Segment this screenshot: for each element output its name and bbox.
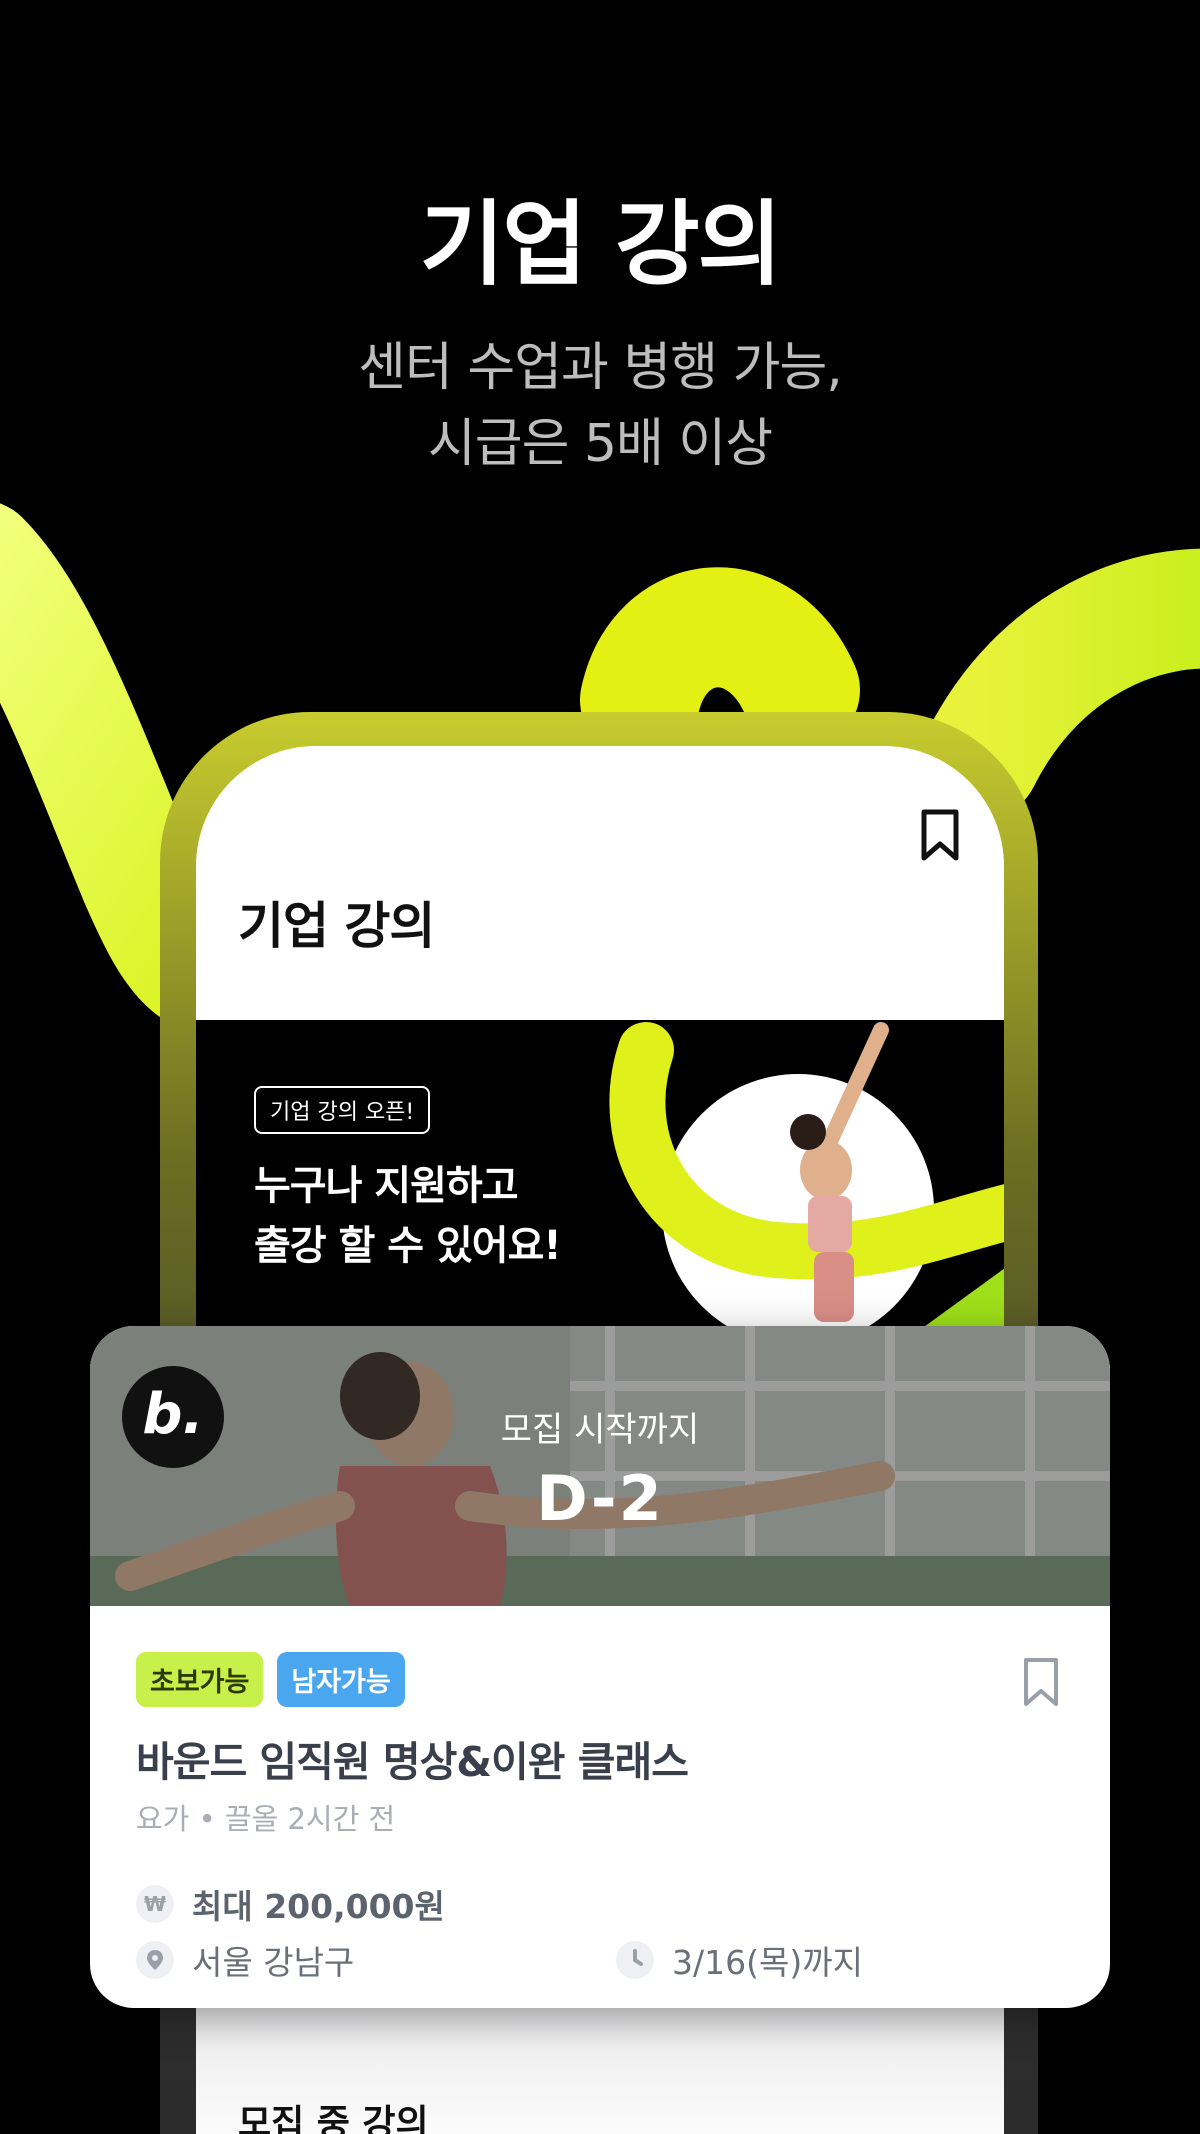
card-bookmark-icon[interactable] xyxy=(1022,1656,1060,1708)
promo-banner[interactable]: 기업 강의 오픈! 누구나 지원하고 출강 할 수 있어요! 더 알아보기 > xyxy=(196,1020,1004,1340)
won-icon: ₩ xyxy=(136,1885,174,1923)
banner-line2: 출강 할 수 있어요! xyxy=(254,1223,562,1269)
hero-subtitle-line1: 센터 수업과 병행 가능, xyxy=(358,338,843,398)
location-row: 서울 강남구 xyxy=(136,1936,354,1984)
hero-subtitle: 센터 수업과 병행 가능, 시급은 5배 이상 xyxy=(0,330,1200,482)
lecture-title: 바운드 임직원 명상&이완 클래스 xyxy=(136,1738,689,1786)
lecture-meta: 요가 • 끌올 2시간 전 xyxy=(136,1802,396,1836)
deadline-text: 3/16(목)까지 xyxy=(672,1943,863,1982)
yoga-illustration xyxy=(609,1022,1004,1340)
pay-text: 최대 200,000원 xyxy=(192,1887,445,1926)
app-page-title: 기업 강의 xyxy=(238,897,435,955)
location-text: 서울 강남구 xyxy=(192,1943,355,1982)
pay-row: ₩ 최대 200,000원 xyxy=(136,1880,445,1928)
tag-list: 초보가능 남자가능 xyxy=(136,1652,405,1707)
bookmark-icon[interactable] xyxy=(920,808,960,862)
lecture-photo: b. 모집 시작까지 D-2 xyxy=(90,1326,1110,1606)
banner-line1: 누구나 지원하고 xyxy=(254,1163,519,1209)
deadline-row: 3/16(목)까지 xyxy=(616,1936,863,1984)
banner-headline: 누구나 지원하고 출강 할 수 있어요! xyxy=(254,1156,562,1276)
lecture-card[interactable]: b. 모집 시작까지 D-2 초보가능 남자가능 바운드 임직원 명상&이완 클… xyxy=(90,1326,1110,2008)
banner-badge: 기업 강의 오픈! xyxy=(254,1086,431,1134)
hero-subtitle-line2: 시급은 5배 이상 xyxy=(427,414,773,474)
recruiting-section-label: 모집 중 강의 xyxy=(238,2103,429,2134)
hero-title: 기업 강의 xyxy=(419,191,783,298)
pin-icon xyxy=(136,1941,174,1979)
countdown-value: D-2 xyxy=(536,1462,664,1535)
tag-beginner: 초보가능 xyxy=(136,1652,264,1707)
clock-icon xyxy=(616,1941,654,1979)
countdown-label: 모집 시작까지 xyxy=(500,1410,700,1450)
tag-male-ok: 남자가능 xyxy=(277,1652,405,1707)
